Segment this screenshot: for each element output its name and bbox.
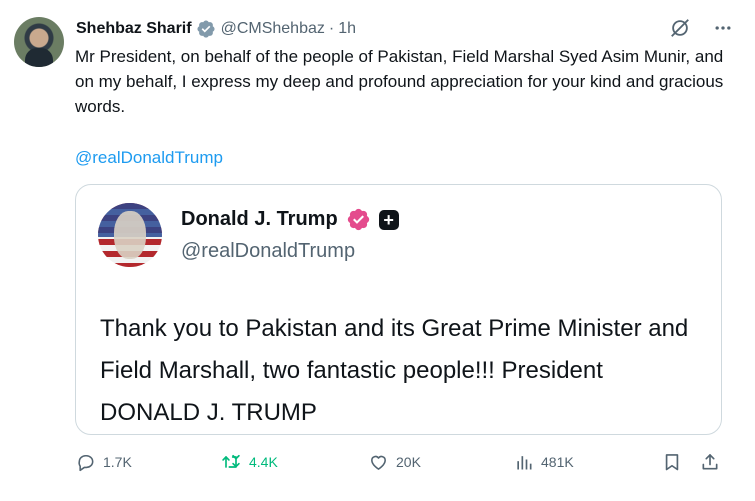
post-header: Shehbaz Sharif @CMShehbaz · 1h — [76, 17, 356, 41]
share-icon — [702, 454, 718, 470]
repost-icon — [222, 454, 240, 468]
mention-link[interactable]: @realDonaldTrump — [75, 145, 223, 170]
post-top-actions — [669, 17, 733, 39]
verified-badge-icon — [347, 208, 369, 231]
like-button[interactable]: 20K — [368, 452, 421, 472]
reply-button[interactable]: 1.7K — [76, 452, 132, 472]
reply-icon — [78, 454, 94, 472]
like-count: 20K — [396, 454, 421, 470]
quoted-author-handle[interactable]: @realDonaldTrump — [181, 240, 355, 263]
author-avatar[interactable] — [14, 17, 64, 67]
post-text: Mr President, on behalf of the people of… — [75, 47, 724, 116]
repost-button[interactable]: 4.4K — [220, 452, 278, 472]
quoted-author-avatar[interactable] — [98, 203, 162, 267]
separator-dot: · — [328, 20, 335, 37]
post-timestamp[interactable]: 1h — [338, 20, 356, 38]
repost-count: 4.4K — [249, 454, 278, 470]
reply-count: 1.7K — [103, 454, 132, 470]
post-actions: 1.7K 4.4K 20K 481K — [76, 452, 721, 476]
more-icon[interactable] — [713, 18, 733, 38]
quoted-author-name[interactable]: Donald J. Trump — [181, 208, 338, 231]
quoted-post[interactable]: Donald J. Trump + @realDonaldTrump Thank… — [75, 184, 722, 435]
author-handle[interactable]: @CMShehbaz — [221, 20, 325, 38]
plus-badge-icon: + — [378, 209, 399, 230]
grok-icon[interactable] — [669, 17, 691, 39]
avatar-face — [114, 211, 146, 259]
like-icon — [371, 455, 386, 470]
bookmark-icon — [665, 454, 679, 471]
avatar-figure — [25, 48, 53, 67]
share-button[interactable] — [700, 452, 720, 472]
author-name[interactable]: Shehbaz Sharif — [76, 20, 192, 38]
views-count: 481K — [541, 454, 574, 470]
quoted-post-text: Thank you to Pakistan and its Great Prim… — [100, 315, 689, 426]
bookmark-button[interactable] — [662, 452, 682, 472]
views-icon — [517, 456, 532, 470]
quoted-post-header: Donald J. Trump + — [181, 207, 399, 232]
views-button[interactable]: 481K — [514, 452, 574, 472]
verified-badge-icon — [197, 20, 215, 38]
